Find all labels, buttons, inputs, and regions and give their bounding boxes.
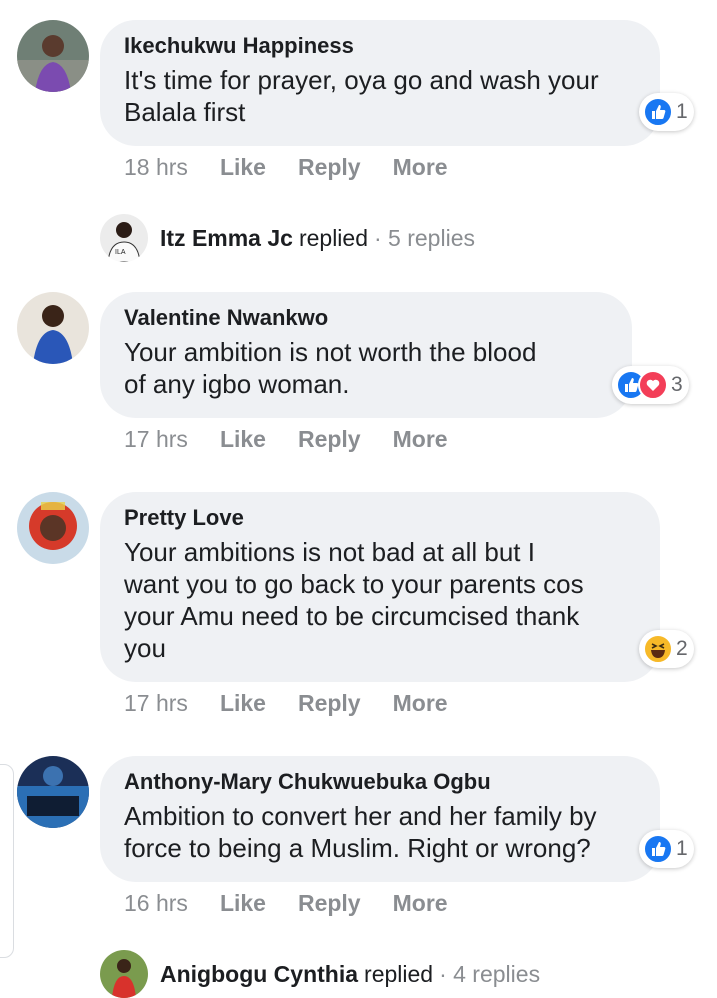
reply-count: · 5 replies <box>374 224 475 251</box>
reply-button[interactable]: Reply <box>298 154 361 181</box>
reaction-count: 1 <box>676 837 688 860</box>
replied-label: replied <box>298 224 368 251</box>
side-panel <box>0 764 14 958</box>
more-button[interactable]: More <box>393 426 448 453</box>
reaction-summary[interactable]: 3 <box>612 366 689 404</box>
like-icon <box>643 97 673 127</box>
reaction-count: 1 <box>676 100 688 123</box>
reply-button[interactable]: Reply <box>298 426 361 453</box>
avatar[interactable] <box>17 292 89 364</box>
reply-button[interactable]: Reply <box>298 890 361 917</box>
comment-actions: 17 hrs Like Reply More <box>124 690 480 717</box>
love-icon <box>638 370 668 400</box>
replied-label: replied <box>364 960 434 987</box>
like-button[interactable]: Like <box>220 890 266 917</box>
reply-author[interactable]: Anigbogu Cynthia <box>160 961 358 988</box>
comment-author[interactable]: Ikechukwu Happiness <box>124 32 636 60</box>
comment-time[interactable]: 17 hrs <box>124 690 188 717</box>
reaction-count: 3 <box>671 373 683 396</box>
comment-time[interactable]: 17 hrs <box>124 426 188 453</box>
comment-bubble: Pretty Love Your ambitions is not bad at… <box>100 492 660 682</box>
comment-bubble: Valentine Nwankwo Your ambition is not w… <box>100 292 632 418</box>
comment-author[interactable]: Anthony-Mary Chukwuebuka Ogbu <box>124 768 636 796</box>
like-button[interactable]: Like <box>220 690 266 717</box>
view-replies[interactable]: ILA Itz Emma Jc replied · 5 replies <box>100 214 475 262</box>
avatar[interactable] <box>17 492 89 564</box>
more-button[interactable]: More <box>393 154 448 181</box>
comment-author[interactable]: Valentine Nwankwo <box>124 304 608 332</box>
reaction-summary[interactable]: 2 <box>639 630 694 668</box>
haha-icon <box>643 634 673 664</box>
like-button[interactable]: Like <box>220 426 266 453</box>
avatar[interactable] <box>17 20 89 92</box>
comment-author[interactable]: Pretty Love <box>124 504 636 532</box>
comment-text: Your ambitions is not bad at all but I w… <box>124 537 584 663</box>
like-icon <box>643 834 673 864</box>
avatar[interactable] <box>17 756 89 828</box>
view-replies[interactable]: Anigbogu Cynthia replied · 4 replies <box>100 950 540 998</box>
comment-text: It's time for prayer, oya go and wash yo… <box>124 65 599 127</box>
comment-text: Your ambition is not worth the blood of … <box>124 337 537 399</box>
comment-time[interactable]: 16 hrs <box>124 890 188 917</box>
comment-bubble: Ikechukwu Happiness It's time for prayer… <box>100 20 660 146</box>
comment-bubble: Anthony-Mary Chukwuebuka Ogbu Ambition t… <box>100 756 660 882</box>
comment-text: Ambition to convert her and her family b… <box>124 801 597 863</box>
reaction-count: 2 <box>676 637 688 660</box>
svg-text:ILA: ILA <box>115 249 126 256</box>
comment-time[interactable]: 18 hrs <box>124 154 188 181</box>
reply-count: · 4 replies <box>439 960 541 987</box>
more-button[interactable]: More <box>393 690 448 717</box>
reply-author[interactable]: Itz Emma Jc <box>160 225 293 252</box>
comment-actions: 18 hrs Like Reply More <box>124 154 480 181</box>
reaction-summary[interactable]: 1 <box>639 830 694 868</box>
reply-avatar: ILA <box>100 214 148 262</box>
comment-actions: 16 hrs Like Reply More <box>124 890 480 917</box>
like-button[interactable]: Like <box>220 154 266 181</box>
reply-avatar <box>100 950 148 998</box>
reply-button[interactable]: Reply <box>298 690 361 717</box>
comment-actions: 17 hrs Like Reply More <box>124 426 480 453</box>
more-button[interactable]: More <box>393 890 448 917</box>
reaction-summary[interactable]: 1 <box>639 93 694 131</box>
